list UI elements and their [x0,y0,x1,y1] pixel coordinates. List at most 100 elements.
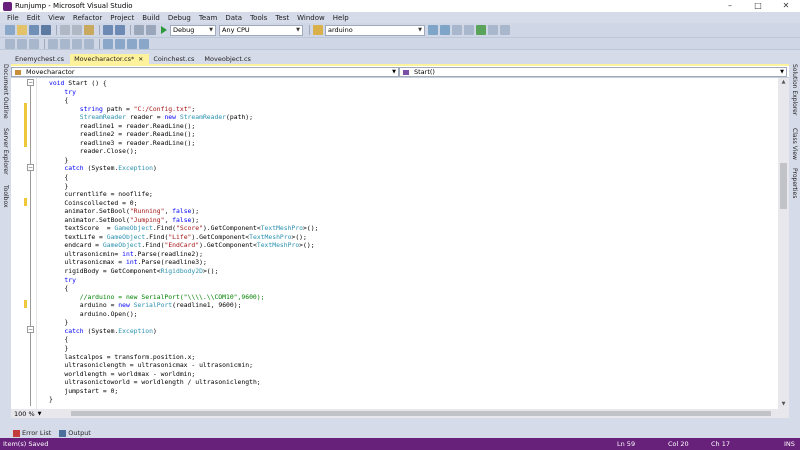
code-line[interactable]: } [49,182,318,191]
menu-window[interactable]: Window [293,14,329,22]
code-line[interactable]: StreamReader reader = new StreamReader(p… [49,113,318,122]
increase-indent-icon[interactable] [60,38,70,49]
code-editor[interactable]: − − − void Start () { try { string path … [11,78,778,409]
paste-icon[interactable] [84,25,94,35]
extension-manager-icon[interactable] [500,25,510,35]
next-bookmark-icon[interactable] [127,38,137,49]
copy-icon[interactable] [72,25,82,35]
start-debugging-icon[interactable] [161,26,167,34]
code-line[interactable]: Coinscollected = 0; [49,199,318,208]
save-icon[interactable] [29,25,39,35]
tab-movecharactor[interactable]: Movecharactor.cs* ✕ [70,54,150,64]
code-line[interactable]: { [49,335,318,344]
undo-icon[interactable] [103,25,113,35]
code-line[interactable]: { [49,173,318,182]
code-line[interactable]: { [49,284,318,293]
clear-bookmarks-icon[interactable] [139,38,149,49]
save-all-icon[interactable] [41,25,51,35]
horizontal-scroll-thumb[interactable] [71,411,771,416]
close-tab-icon[interactable]: ✕ [138,56,143,63]
object-browser-icon[interactable] [464,25,474,35]
code-line[interactable]: try [49,88,318,97]
toolbox-tab[interactable]: Toolbox [2,185,9,208]
code-line[interactable]: textScore = GameObject.Find("Score").Get… [49,224,318,233]
code-line[interactable]: try [49,276,318,285]
tab-moveobject[interactable]: Moveobject.cs [200,54,257,64]
close-button[interactable]: ✕ [772,0,800,12]
parameter-info-icon[interactable] [17,38,27,49]
solution-platform-select[interactable]: Any CPU ▼ [219,24,303,36]
code-line[interactable]: catch (System.Exception) [49,327,318,336]
quick-info-icon[interactable] [29,38,39,49]
navigate-back-icon[interactable] [134,25,144,35]
tab-coinchest[interactable]: Coinchest.cs [149,54,200,64]
code-line[interactable]: animator.SetBool("Running", false); [49,207,318,216]
open-file-icon[interactable] [17,25,27,35]
output-tab[interactable]: Output [59,429,91,437]
member-list-icon[interactable] [5,38,15,49]
code-line[interactable]: worldlength = worldmax - worldmin; [49,370,318,379]
code-line[interactable]: //arduino = new SerialPort("\\\\.\\COM10… [49,293,318,302]
members-dropdown[interactable]: Start() ▼ [399,66,787,77]
code-line[interactable]: textLife = GameObject.Find("Life").GetCo… [49,233,318,242]
code-text[interactable]: void Start () { try { string path = "C:/… [49,79,318,404]
code-line[interactable]: arduino = new SerialPort(readline1, 9600… [49,301,318,310]
toolbox-icon[interactable] [476,25,486,35]
server-explorer-tab[interactable]: Server Explorer [2,128,9,175]
decrease-indent-icon[interactable] [48,38,58,49]
scroll-down-icon[interactable]: ▼ [778,400,789,409]
code-line[interactable]: arduino.Open(); [49,310,318,319]
code-line[interactable]: rigidBody = GetComponent<Rigidbody2D>(); [49,267,318,276]
menu-edit[interactable]: Edit [23,14,45,22]
code-line[interactable]: ultrasoniclength = ultrasonicmax - ultra… [49,361,318,370]
code-line[interactable]: void Start () { [49,79,318,88]
tab-enemychest[interactable]: Enemychest.cs [11,54,70,64]
code-line[interactable]: readline3 = reader.ReadLine(); [49,139,318,148]
uncomment-icon[interactable] [84,38,94,49]
minimize-button[interactable]: – [716,0,744,12]
code-line[interactable]: animator.SetBool("Jumping", false); [49,216,318,225]
properties-tab[interactable]: Properties [791,168,798,198]
redo-icon[interactable] [115,25,125,35]
class-view-tab[interactable]: Class View [791,128,798,160]
menu-project[interactable]: Project [106,14,138,22]
menu-test[interactable]: Test [271,14,293,22]
properties-icon[interactable] [452,25,462,35]
solution-explorer-tab[interactable]: Solution Explorer [791,64,798,115]
menu-data[interactable]: Data [221,14,246,22]
find-icon[interactable] [428,25,438,35]
scroll-up-icon[interactable]: ▲ [778,78,789,87]
find-combo[interactable]: arduino ▼ [325,24,425,36]
menu-help[interactable]: Help [329,14,353,22]
document-outline-tab[interactable]: Document Outline [2,64,9,119]
code-line[interactable]: { [49,96,318,105]
bookmark-icon[interactable] [103,38,113,49]
vertical-scrollbar[interactable]: ▲ ▼ [778,78,789,409]
collapse-icon[interactable]: − [27,326,34,333]
code-line[interactable]: jumpstart = 0; [49,387,318,396]
code-line[interactable]: endcard = GameObject.Find("EndCard").Get… [49,241,318,250]
find-in-files-icon[interactable] [313,25,323,35]
menu-view[interactable]: View [44,14,69,22]
code-line[interactable]: reader.Close(); [49,147,318,156]
zoom-select[interactable]: 100 % ▼ [11,410,51,418]
code-line[interactable]: ultrasonictoworld = worldlength / ultras… [49,378,318,387]
collapse-icon[interactable]: − [27,79,34,86]
code-line[interactable]: readline1 = reader.ReadLine(); [49,122,318,131]
code-line[interactable]: ultrasonicmax = int.Parse(readline3); [49,258,318,267]
menu-build[interactable]: Build [138,14,164,22]
menu-tools[interactable]: Tools [246,14,271,22]
previous-bookmark-icon[interactable] [115,38,125,49]
navigate-forward-icon[interactable] [146,25,156,35]
code-line[interactable]: } [49,344,318,353]
types-dropdown[interactable]: Movecharactor ▼ [11,66,399,77]
solution-explorer-icon[interactable] [440,25,450,35]
code-line[interactable]: lastcalpos = transform.position.x; [49,353,318,362]
start-page-icon[interactable] [488,25,498,35]
menu-file[interactable]: File [3,14,23,22]
code-line[interactable]: catch (System.Exception) [49,164,318,173]
comment-icon[interactable] [72,38,82,49]
menu-refactor[interactable]: Refactor [69,14,106,22]
new-project-icon[interactable] [5,25,15,35]
menu-debug[interactable]: Debug [164,14,195,22]
